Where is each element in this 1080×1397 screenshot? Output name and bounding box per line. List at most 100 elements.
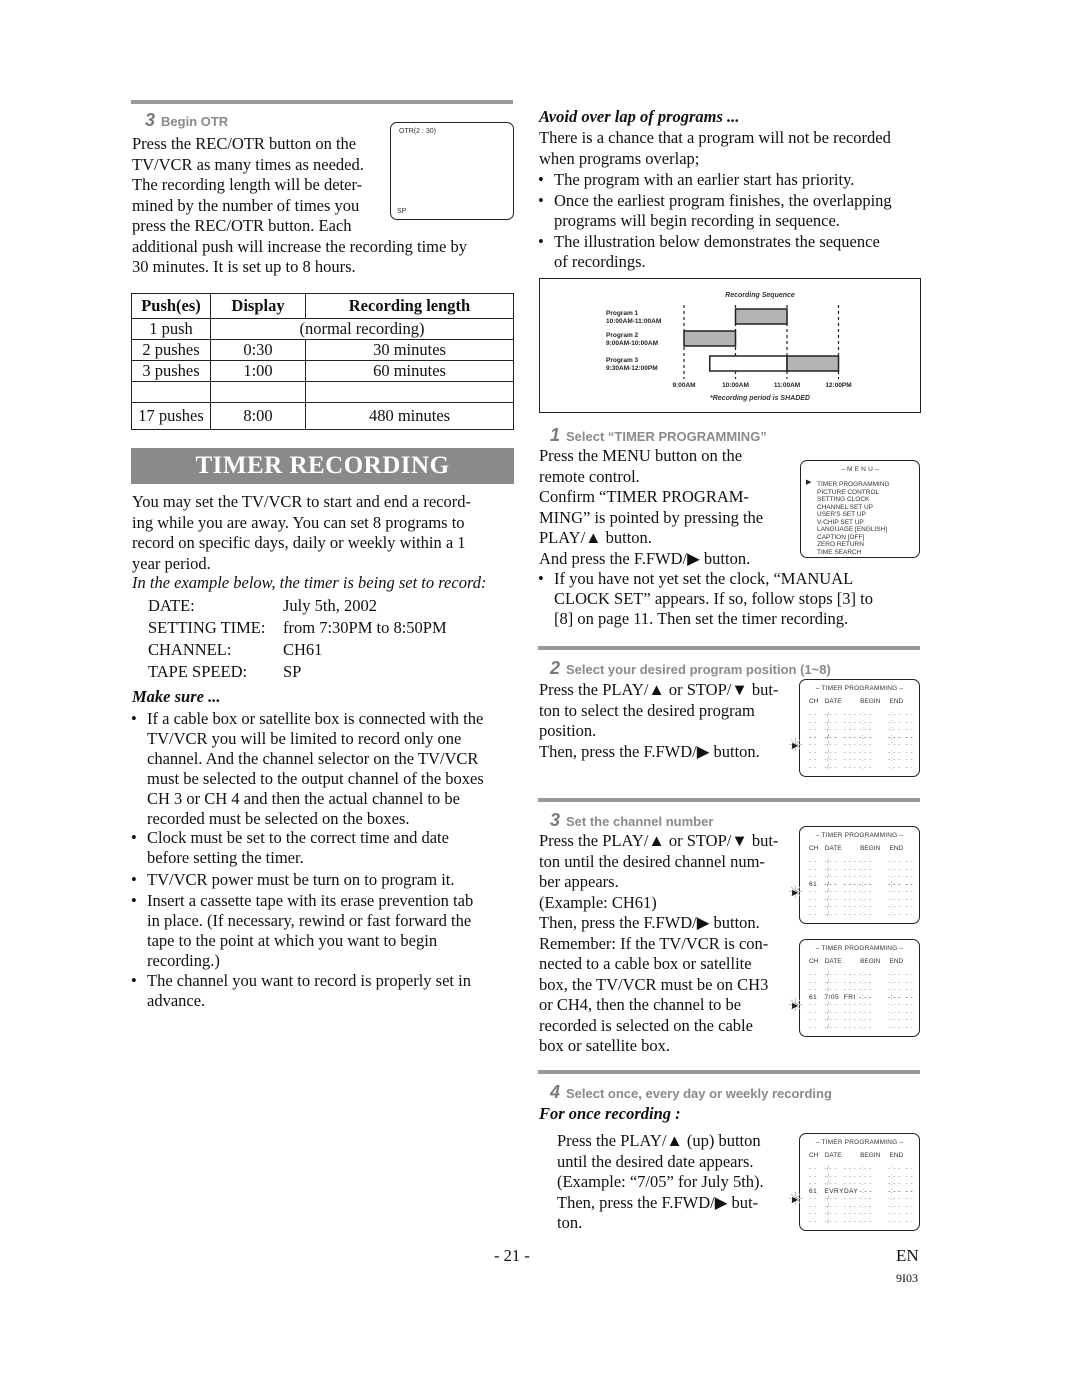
- cell: - - -: [843, 1016, 857, 1023]
- cell: -:- -: [859, 748, 872, 756]
- section-divider: [538, 798, 920, 802]
- text-line: [8] on page 11. Then set the timer recor…: [554, 609, 849, 628]
- program-row: - - -/- -- - - -:- - -:- -- -: [809, 1016, 919, 1024]
- cell: -:- -: [859, 1187, 872, 1195]
- cell: -:- -: [859, 1023, 872, 1031]
- table-cell: 8:00: [210, 402, 306, 430]
- timer-programming-screen: ✳ – TIMER PROGRAMMING – CH DATE BEGIN END - --…: [788, 939, 920, 1037]
- cell: - - -: [843, 910, 857, 918]
- cell: - -: [905, 741, 914, 748]
- selected-program-row: 61 7/05 FRI -:- - -:- -- -: [809, 994, 919, 1002]
- step-heading-3: 3 Set the channel number: [550, 810, 713, 831]
- selection-arrow-icon: ▶: [792, 887, 799, 897]
- text-line: programs will begin recording in sequenc…: [554, 211, 840, 230]
- cell: - -: [809, 711, 817, 718]
- cell: - -: [809, 733, 817, 741]
- table-row: 3 pushes 1:00 60 minutes: [131, 360, 514, 382]
- text-line: ton to select the desired program: [539, 700, 755, 720]
- table-cell: 480 minutes: [305, 402, 514, 430]
- table-row: 1 push (normal recording): [131, 318, 514, 340]
- step-number: 2: [550, 658, 561, 678]
- cell: - -: [809, 1001, 817, 1008]
- selected-program-row: - - -/- -- - - -:- - -:- -- -: [809, 734, 919, 742]
- cell: -:- -: [859, 718, 872, 726]
- cell: - -: [905, 880, 914, 888]
- cell: -:- -: [888, 880, 901, 888]
- cell: -:- -: [888, 763, 901, 771]
- diagram-footnote: *Recording period is SHADED: [710, 395, 810, 402]
- cell: - -: [809, 1210, 817, 1217]
- text-line: (Example: “7/05” for July 5th).: [557, 1172, 764, 1191]
- cell: - -: [809, 858, 817, 865]
- column-header: DATE: [824, 698, 842, 705]
- section-divider: [538, 646, 920, 650]
- cell: - - -: [843, 888, 857, 895]
- example-label: TAPE SPEED:: [148, 662, 248, 681]
- cell: -:- -: [888, 1008, 901, 1016]
- cell: - -: [809, 910, 817, 918]
- make-sure-bullet: TV/VCR power must be turn on to program …: [131, 870, 532, 890]
- table-row: [131, 381, 514, 403]
- program-row: - - -/- -- - - -:- - -:- -- -: [809, 1173, 919, 1181]
- text-line: nected to a cable box or satellite: [539, 954, 752, 973]
- time-tick-label: 11:00AM: [774, 382, 800, 389]
- otr-screen-top-text: OTR(2 : 30): [399, 128, 436, 135]
- cell: - -: [905, 978, 914, 986]
- cell: 7/05: [824, 993, 840, 1001]
- text-line: advance.: [147, 991, 206, 1010]
- program-time-label: 9:30AM-12:00PM: [606, 365, 658, 372]
- cell: - -: [809, 1165, 817, 1172]
- avoid-bullet: The illustration below demonstrates the …: [538, 232, 939, 272]
- program-row: - - -/- -- - - -:- - -:- -- -: [809, 756, 919, 764]
- cell: -:- -: [888, 858, 901, 865]
- column-header: BEGIN: [860, 698, 881, 705]
- program-name-label: Program 2: [606, 332, 639, 339]
- step-number: 4: [550, 1082, 561, 1102]
- column-header: DATE: [824, 958, 842, 965]
- menu-item: TIME SEARCH: [817, 548, 862, 556]
- program-row: - - -/- -- - - -:- - -:- -- -: [809, 979, 919, 987]
- cell: EVRY: [824, 1187, 844, 1195]
- cell: - - -: [843, 741, 857, 748]
- program-recorded-bar: [683, 330, 737, 347]
- program-row: - - -/- -- - - -:- - -:- -- -: [809, 711, 919, 719]
- text-line: ton until the desired channel num-: [539, 851, 765, 871]
- cell: - -: [905, 718, 914, 726]
- cell: - - -: [843, 1202, 857, 1210]
- menu-item: CAPTION [OFF]: [817, 533, 865, 541]
- text-line: record on specific days, daily or weekly…: [132, 533, 466, 552]
- make-sure-bullet: The channel you want to record is proper…: [131, 971, 532, 1011]
- avoid-bullet: The program with an earlier start has pr…: [538, 170, 939, 190]
- program-recorded-bar: [734, 308, 788, 325]
- cell: - -: [905, 1001, 914, 1008]
- cell: -:- -: [859, 733, 872, 741]
- cell: - -: [905, 865, 914, 873]
- text-line: channel. And the channel selector on the…: [147, 749, 479, 768]
- column-header: CH: [809, 845, 819, 852]
- cell: -/- -: [824, 1195, 838, 1202]
- column-header: END: [889, 1152, 904, 1159]
- cell: - -: [809, 873, 817, 880]
- text-line: (Example: CH61): [539, 892, 657, 912]
- cell: -/- -: [824, 895, 838, 903]
- step-title: Select once, every day or weekly recordi…: [566, 1086, 832, 1101]
- language-code: EN: [896, 1246, 919, 1265]
- cell: - -: [905, 1210, 914, 1217]
- cell: -/- -: [824, 858, 838, 865]
- text-line: until the desired date appears.: [557, 1151, 754, 1171]
- cell: -/- -: [824, 756, 838, 763]
- text-line: CLOCK SET” appears. If so, follow stops …: [554, 589, 873, 608]
- example-row: TAPE SPEED: SP: [148, 661, 518, 683]
- program-row: - - -/- -- - - -:- - -:- -- -: [809, 764, 919, 772]
- menu-item: TIMER PROGRAMMING: [817, 481, 890, 488]
- time-tick-label: 12:00PM: [825, 382, 851, 389]
- column-header: BEGIN: [860, 845, 881, 852]
- cell: -:- -: [888, 1202, 901, 1210]
- table-cell: 30 minutes: [305, 339, 514, 361]
- text-line: And press the F.FWD/▶ button.: [539, 548, 751, 568]
- program-row: - - -/- -- - - -:- - -:- -- -: [809, 873, 919, 881]
- cell: FRI: [843, 993, 856, 1001]
- text-line: The program with an earlier start has pr…: [554, 170, 855, 189]
- text-line: recorded must be selected on the boxes.: [147, 809, 410, 828]
- cell: -:- -: [888, 986, 901, 993]
